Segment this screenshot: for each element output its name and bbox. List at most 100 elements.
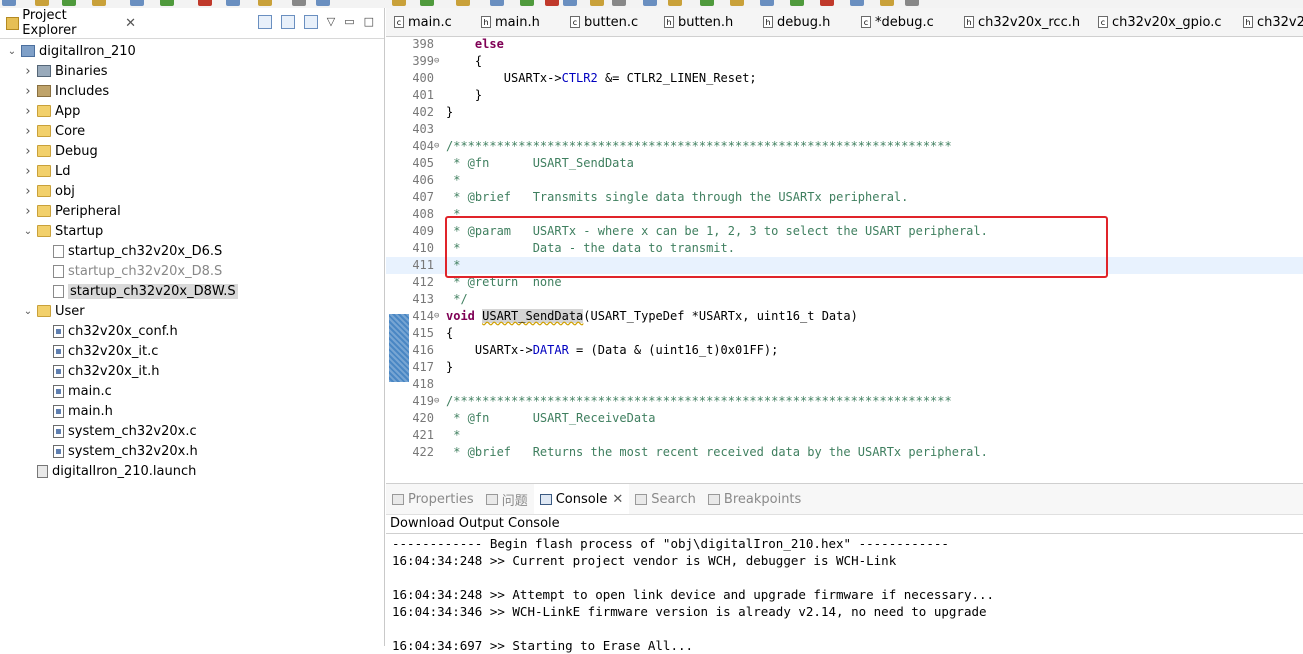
expand-toggle-icon[interactable]: › — [22, 164, 34, 179]
editor-tab[interactable]: h butten.h — [664, 8, 733, 36]
tree-item-label: startup_ch32v20x_D6.S — [68, 243, 223, 259]
tree-item[interactable]: ch32v20x_conf.h — [0, 321, 384, 341]
toolbar-save-icon[interactable] — [490, 0, 504, 6]
tree-item[interactable]: › Core — [0, 121, 384, 141]
tree-item[interactable]: startup_ch32v20x_D8.S — [0, 261, 384, 281]
tree-item[interactable]: › Binaries — [0, 61, 384, 81]
tree-item[interactable]: › Ld — [0, 161, 384, 181]
toolbar-back-icon[interactable] — [760, 0, 774, 6]
toolbar-download-icon[interactable] — [130, 0, 144, 6]
tree-item[interactable]: › Peripheral — [0, 201, 384, 221]
expand-toggle-icon[interactable]: › — [22, 64, 34, 79]
tree-item[interactable]: ch32v20x_it.h — [0, 361, 384, 381]
view-menu-icon[interactable]: ▽ — [327, 15, 335, 29]
editor-tab[interactable]: h ch32v20x_rcc.h — [964, 8, 1080, 36]
expand-toggle-icon[interactable]: › — [22, 144, 34, 159]
tree-item[interactable]: startup_ch32v20x_D8W.S — [0, 281, 384, 301]
expand-toggle-icon[interactable]: ⌄ — [22, 226, 34, 237]
toolbar-new-icon[interactable] — [2, 0, 16, 6]
console-line: 16:04:34:248 >> Attempt to open link dev… — [392, 587, 995, 602]
expand-toggle-icon[interactable]: › — [22, 204, 34, 219]
toolbar-back-icon[interactable] — [392, 0, 406, 6]
toolbar-build-icon[interactable] — [62, 0, 76, 6]
tree-item[interactable]: startup_ch32v20x_D6.S — [0, 241, 384, 261]
fold-toggle-icon[interactable]: ⊖ — [434, 393, 444, 410]
toolbar-forward-icon[interactable] — [790, 0, 804, 6]
tree-item[interactable]: main.h — [0, 401, 384, 421]
toolbar-erase-icon[interactable] — [730, 0, 744, 6]
toolbar-flash-icon[interactable] — [292, 0, 306, 6]
toolbar-new-icon[interactable] — [820, 0, 834, 6]
editor-tab[interactable]: c butten.c — [570, 8, 638, 36]
close-icon[interactable]: ✕ — [125, 16, 136, 31]
editor-tab[interactable]: h ch32v20 — [1243, 8, 1303, 36]
toolbar-run-icon[interactable] — [590, 0, 604, 6]
toolbar-download-icon[interactable] — [563, 0, 577, 6]
tree-item[interactable]: ⌄ User — [0, 301, 384, 321]
editor-tab[interactable]: h debug.h — [763, 8, 830, 36]
editor-tab[interactable]: c ch32v20x_gpio.c — [1098, 8, 1221, 36]
console-output[interactable]: ------------ Begin flash process of "obj… — [392, 535, 1292, 654]
tree-item[interactable]: ch32v20x_it.c — [0, 341, 384, 361]
toolbar-debug-icon[interactable] — [92, 0, 106, 6]
maximize-icon[interactable]: □ — [364, 15, 374, 29]
toolbar-new-icon[interactable] — [456, 0, 470, 6]
tab-project-explorer[interactable]: Project Explorer ✕ — [0, 8, 136, 38]
toolbar-flash-icon[interactable] — [700, 0, 714, 6]
tree-item[interactable]: system_ch32v20x.h — [0, 441, 384, 461]
expand-toggle-icon[interactable]: › — [22, 104, 34, 119]
editor-tab[interactable]: c main.c — [394, 8, 452, 36]
minimize-icon[interactable]: ▭ — [344, 15, 354, 29]
toolbar-search-icon[interactable] — [668, 0, 682, 6]
tab-console[interactable]: Console ✕ — [533, 484, 630, 514]
filter-icon[interactable] — [303, 15, 318, 29]
toolbar-debug-icon[interactable] — [905, 0, 919, 6]
toolbar-nav-icon[interactable] — [226, 0, 240, 6]
code-line: 416 USARTx->DATAR = (Data & (uint16_t)0x… — [386, 342, 1303, 359]
toolbar-settings-icon[interactable] — [612, 0, 626, 6]
tab-search[interactable]: Search — [629, 484, 702, 514]
expand-toggle-icon[interactable]: ⌄ — [22, 306, 34, 317]
toolbar-save-icon[interactable] — [850, 0, 864, 6]
editor-tab-label: ch32v20 — [1257, 14, 1303, 30]
expand-toggle-icon[interactable]: › — [22, 124, 34, 139]
tree-item[interactable]: › Includes — [0, 81, 384, 101]
tab-breakpoints[interactable]: Breakpoints — [702, 484, 807, 514]
toolbar-erase-icon[interactable] — [316, 0, 330, 6]
fold-toggle-icon[interactable]: ⊖ — [434, 138, 444, 155]
close-icon[interactable]: ✕ — [612, 492, 623, 507]
toolbar-build-icon[interactable] — [880, 0, 894, 6]
tree-item[interactable]: ⌄ digitalIron_210 — [0, 41, 384, 61]
toolbar-nav-icon[interactable] — [643, 0, 657, 6]
toolbar-build-icon[interactable] — [520, 0, 534, 6]
expand-toggle-icon[interactable]: › — [22, 84, 34, 99]
toolbar-settings-icon[interactable] — [198, 0, 212, 6]
tab-problems[interactable]: 问题 — [480, 484, 534, 514]
tree-item[interactable]: ⌄ Startup — [0, 221, 384, 241]
code-line: 406 * — [386, 172, 1303, 189]
toolbar-save-icon[interactable] — [35, 0, 49, 6]
editor-tab[interactable]: h main.h — [481, 8, 540, 36]
toolbar-run-icon[interactable] — [160, 0, 174, 6]
assembly-file-icon — [53, 284, 64, 298]
link-editor-icon[interactable] — [280, 15, 295, 29]
line-number: 409 — [412, 224, 434, 238]
toolbar-forward-icon[interactable] — [420, 0, 434, 6]
line-number: 405 — [412, 156, 434, 170]
tree-item[interactable]: › App — [0, 101, 384, 121]
fold-toggle-icon[interactable]: ⊖ — [434, 53, 444, 70]
tree-item[interactable]: › Debug — [0, 141, 384, 161]
tree-item-label: Peripheral — [55, 203, 121, 219]
tab-properties[interactable]: Properties — [386, 484, 480, 514]
editor-tab[interactable]: c *debug.c — [861, 8, 934, 36]
tree-item[interactable]: digitalIron_210.launch — [0, 461, 384, 481]
collapse-all-icon[interactable] — [257, 15, 272, 29]
expand-toggle-icon[interactable]: ⌄ — [6, 46, 18, 57]
expand-toggle-icon[interactable]: › — [22, 184, 34, 199]
fold-toggle-icon[interactable]: ⊖ — [434, 308, 444, 325]
tree-item[interactable]: system_ch32v20x.c — [0, 421, 384, 441]
tree-item[interactable]: main.c — [0, 381, 384, 401]
toolbar-debug-icon[interactable] — [545, 0, 559, 6]
tree-item[interactable]: › obj — [0, 181, 384, 201]
toolbar-search-icon[interactable] — [258, 0, 272, 6]
